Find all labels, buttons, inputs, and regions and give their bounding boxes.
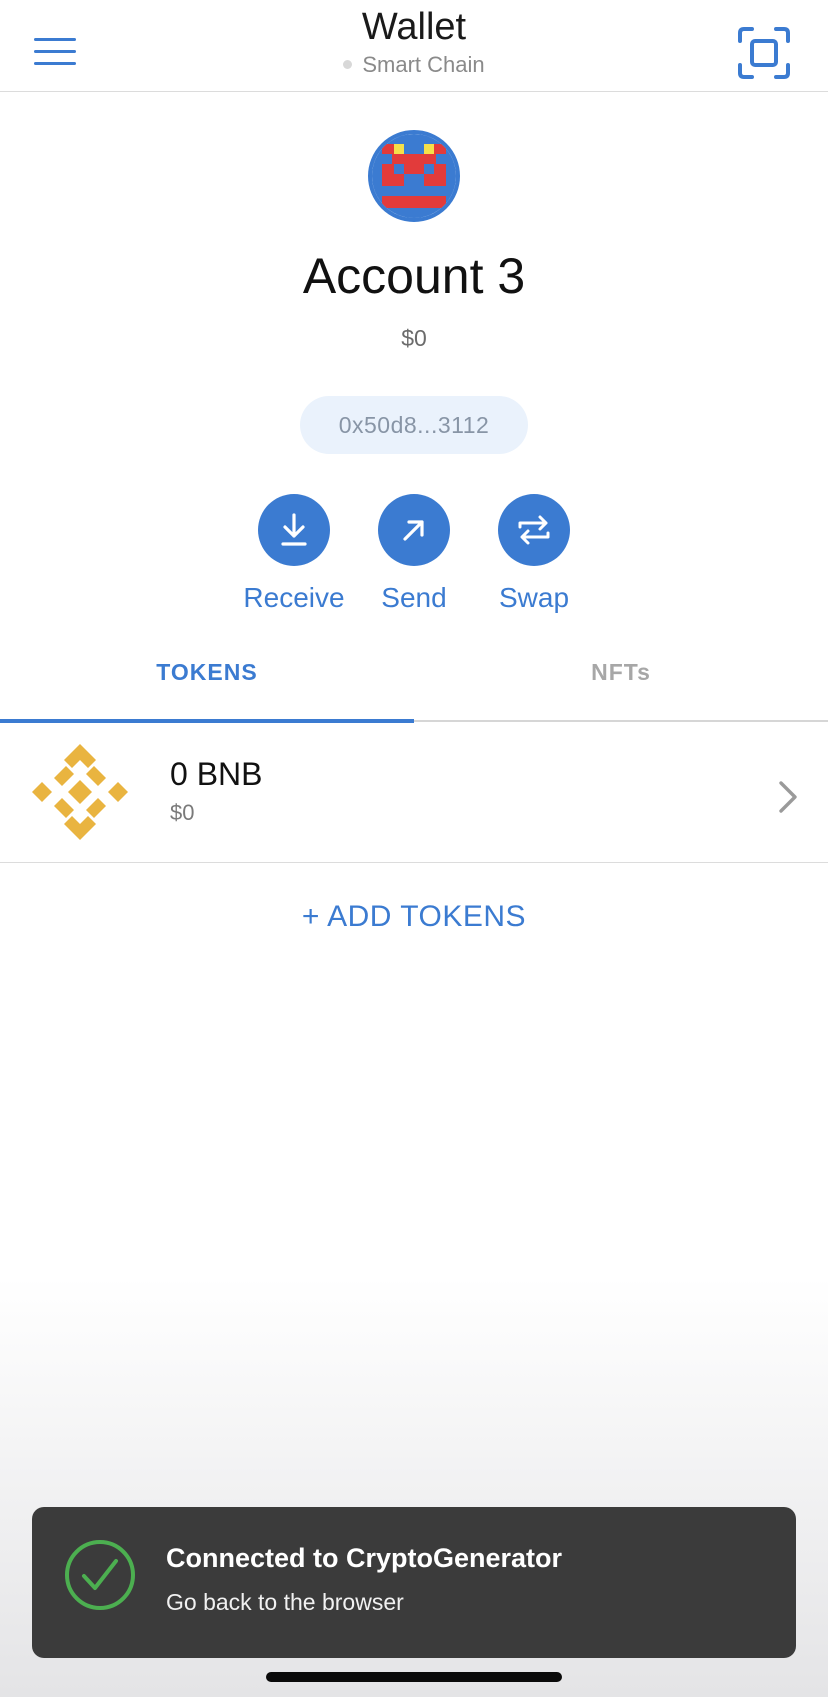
chevron-right-icon xyxy=(779,781,797,813)
title-block: Wallet Smart Chain xyxy=(0,4,828,80)
connection-toast[interactable]: Connected to CryptoGenerator Go back to … xyxy=(32,1507,796,1658)
token-amount: 0 BNB xyxy=(170,756,263,792)
bnb-logo-icon xyxy=(32,744,128,840)
account-name[interactable]: Account 3 xyxy=(0,246,828,306)
receive-label: Receive xyxy=(243,582,345,613)
send-circle[interactable] xyxy=(378,494,450,566)
scan-qr-icon[interactable] xyxy=(738,27,790,79)
pixel-avatar-icon xyxy=(372,134,456,218)
address-copy-button[interactable]: 0x50d8...3112 xyxy=(300,396,528,454)
token-list-item[interactable]: 0 BNB $0 xyxy=(0,722,828,863)
arrow-up-right-icon xyxy=(403,520,424,541)
swap-arrows-icon xyxy=(518,515,550,545)
network-name: Smart Chain xyxy=(362,52,485,77)
receive-button[interactable]: Receive xyxy=(229,494,359,614)
download-icon xyxy=(281,513,307,546)
account-balance: $0 xyxy=(401,325,427,351)
tab-nfts[interactable]: NFTs xyxy=(414,640,828,718)
toast-title: Connected to CryptoGenerator xyxy=(166,1543,563,1573)
tab-tokens[interactable]: TOKENS xyxy=(0,640,414,718)
swap-button[interactable]: Swap xyxy=(469,494,599,614)
add-tokens-button[interactable]: + ADD TOKENS xyxy=(0,900,828,934)
account-avatar[interactable] xyxy=(368,130,460,222)
receive-circle[interactable] xyxy=(258,494,330,566)
check-circle-icon xyxy=(65,1540,135,1610)
home-indicator[interactable] xyxy=(266,1672,562,1682)
token-fiat-value: $0 xyxy=(170,800,195,825)
page-title: Wallet xyxy=(361,6,467,48)
swap-circle[interactable] xyxy=(498,494,570,566)
asset-tabs: TOKENS NFTs xyxy=(0,640,828,723)
network-status-dot xyxy=(343,59,353,69)
top-bar: Wallet Smart Chain xyxy=(0,0,828,92)
swap-label: Swap xyxy=(498,582,570,613)
send-button[interactable]: Send xyxy=(349,494,479,614)
send-label: Send xyxy=(381,582,447,613)
network-label[interactable]: Smart Chain xyxy=(0,50,828,80)
toast-subtitle: Go back to the browser xyxy=(166,1589,404,1615)
